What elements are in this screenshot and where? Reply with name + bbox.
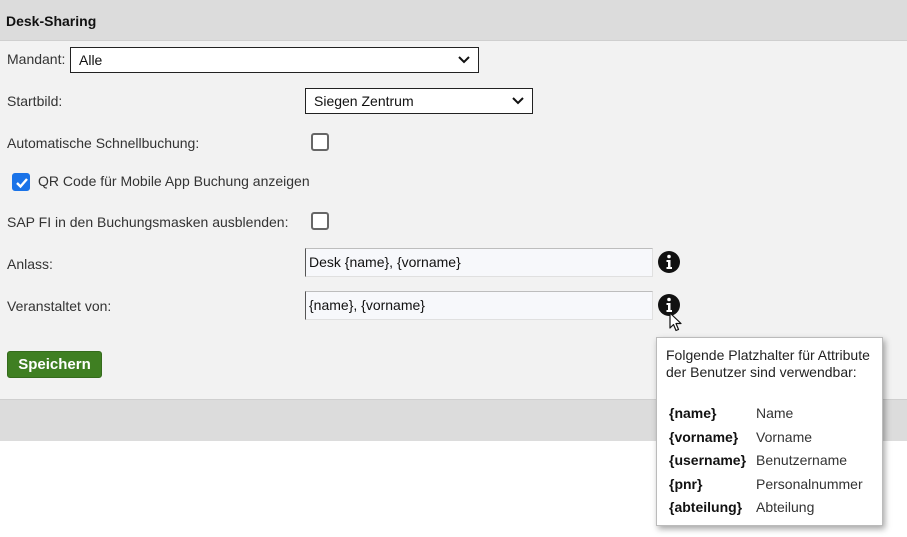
veranstaltet-von-label: Veranstaltet von: (7, 298, 112, 314)
placeholder-description: Personalnummer (756, 476, 863, 492)
page-title: Desk-Sharing (6, 13, 97, 29)
startbild-value: Siegen Zentrum (314, 93, 414, 109)
chevron-down-icon (512, 97, 524, 105)
placeholder-key: {username} (669, 452, 747, 468)
veranstaltet-von-input[interactable]: {name}, {vorname} (305, 291, 653, 320)
placeholder-description: Abteilung (756, 499, 815, 515)
sap-fi-checkbox[interactable] (311, 212, 329, 230)
auto-schnellbuchung-label: Automatische Schnellbuchung: (7, 135, 200, 151)
placeholder-key: {abteilung} (669, 499, 743, 515)
anlass-input[interactable]: Desk {name}, {vorname} (305, 248, 653, 277)
checkmark-icon (16, 178, 28, 189)
save-button[interactable]: Speichern (7, 351, 102, 378)
placeholder-key: {vorname} (669, 429, 739, 445)
placeholder-description: Name (756, 405, 794, 421)
placeholder-tooltip: Folgende Platzhalter für Attribute der B… (656, 337, 883, 526)
placeholder-key: {pnr} (669, 476, 703, 492)
mandant-select[interactable]: Alle (70, 47, 479, 73)
mouse-cursor-icon (669, 312, 682, 332)
anlass-label: Anlass: (7, 256, 53, 272)
placeholder-key: {name} (669, 405, 717, 421)
tooltip-heading: Folgende Platzhalter für Attribute der B… (666, 347, 870, 380)
placeholder-description: Vorname (756, 429, 813, 445)
chevron-down-icon (458, 56, 470, 64)
startbild-select[interactable]: Siegen Zentrum (305, 88, 533, 114)
startbild-label: Startbild: (7, 93, 63, 109)
auto-schnellbuchung-checkbox[interactable] (311, 133, 329, 151)
mandant-label: Mandant: (7, 51, 66, 67)
qr-code-label: QR Code für Mobile App Buchung anzeigen (38, 173, 310, 189)
placeholder-description: Benutzername (756, 452, 848, 468)
qr-code-checkbox[interactable] (12, 173, 30, 191)
mandant-value: Alle (79, 52, 103, 68)
info-icon[interactable] (657, 250, 681, 274)
header-bar: Desk-Sharing (0, 0, 907, 41)
sap-fi-label: SAP FI in den Buchungsmasken ausblenden: (7, 214, 289, 230)
